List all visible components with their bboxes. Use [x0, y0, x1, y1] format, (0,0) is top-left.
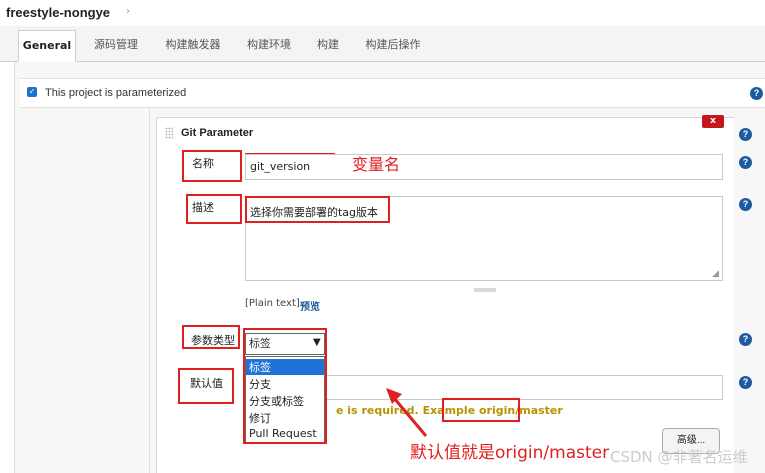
tab-general[interactable]: General: [18, 30, 76, 62]
param-type-label: 参数类型: [191, 334, 235, 347]
help-icon[interactable]: ?: [739, 376, 752, 389]
grip-icon[interactable]: [165, 127, 173, 139]
tab-source-control[interactable]: 源码管理: [84, 30, 148, 62]
top-bar: freestyle-nongye ›: [0, 0, 765, 26]
help-icon[interactable]: ?: [750, 87, 763, 100]
description-label: 描述: [192, 201, 214, 214]
help-icon[interactable]: ?: [739, 128, 752, 141]
help-icon[interactable]: ?: [739, 156, 752, 169]
breadcrumb-arrow-icon[interactable]: ›: [126, 6, 130, 17]
arrow-annotation-icon: [386, 388, 428, 437]
left-gutter: [20, 108, 150, 473]
config-tabs: General 源码管理 构建触发器 构建环境 构建 构建后操作: [0, 26, 765, 62]
tab-build-environment[interactable]: 构建环境: [238, 30, 300, 62]
name-input[interactable]: git_version: [245, 154, 723, 180]
preview-link[interactable]: 预览: [300, 298, 320, 313]
tab-post-build[interactable]: 构建后操作: [356, 30, 430, 62]
default-label: 默认值: [190, 377, 223, 390]
tab-build[interactable]: 构建: [308, 30, 348, 62]
resize-icon[interactable]: ◢: [712, 269, 719, 279]
name-label: 名称: [192, 157, 214, 170]
project-name[interactable]: freestyle-nongye: [6, 5, 110, 20]
drag-handle[interactable]: [474, 288, 496, 292]
delete-parameter-button[interactable]: x: [702, 115, 724, 128]
section-title: Git Parameter: [181, 127, 254, 139]
watermark: CSDN @非著名运维: [610, 448, 748, 466]
annotation-var-name: 变量名: [352, 155, 401, 174]
checkbox-checked-icon[interactable]: ✓: [27, 87, 37, 97]
parameterized-label: This project is parameterized: [45, 87, 187, 99]
highlight-box: [442, 398, 520, 422]
help-icon[interactable]: ?: [739, 198, 752, 211]
plain-text-label: [Plain text]: [245, 298, 300, 309]
highlight-box: [245, 196, 390, 223]
tab-build-triggers[interactable]: 构建触发器: [156, 30, 230, 62]
highlight-box: [243, 328, 327, 444]
annotation-default-note: 默认值就是origin/master: [410, 443, 610, 463]
help-icon[interactable]: ?: [739, 333, 752, 346]
